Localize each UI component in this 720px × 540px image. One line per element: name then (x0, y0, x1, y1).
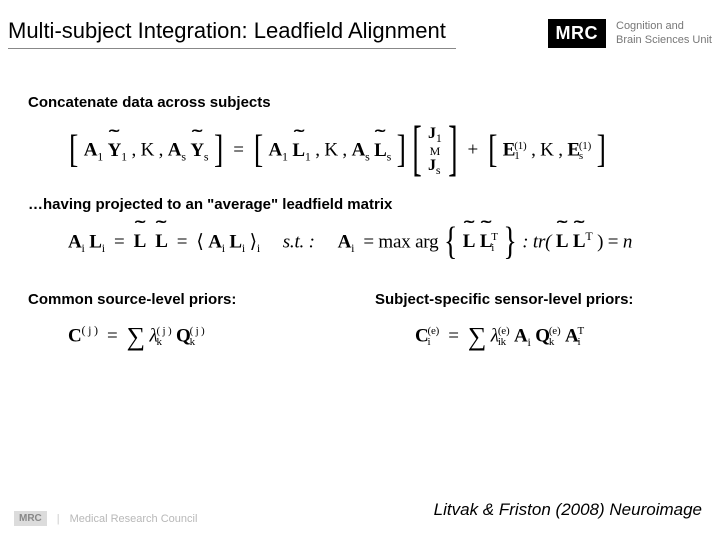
section-common-priors: Common source-level priors: (28, 291, 345, 308)
footer-council-text: Medical Research Council (70, 513, 198, 525)
logo-line1: Cognition and (616, 20, 712, 34)
logo-text: Cognition and Brain Sciences Unit (616, 20, 712, 48)
section-subject-priors: Subject-specific sensor-level priors: (375, 291, 692, 308)
citation: Litvak & Friston (2008) Neuroimage (434, 500, 702, 520)
logo-mark: MRC (548, 19, 607, 48)
footer-logo-icon: MRC (14, 511, 47, 526)
equation-common-priors: C( j ) = ∑ λ( j )k Q( j )k (68, 322, 345, 352)
footer-mrc: MRC | Medical Research Council (14, 511, 197, 526)
equation-concatenate: [ A1 Y1 , K , As Ys ] = [ A1 L1 , K , As… (68, 125, 692, 178)
logo-line2: Brain Sciences Unit (616, 34, 712, 48)
equation-subject-priors: C(e)i = ∑ λ(e)ik Ai Q(e)k ATi (415, 322, 692, 352)
mrc-logo: MRC Cognition and Brain Sciences Unit (548, 19, 713, 48)
equation-average-leadfield: Ai Li = L L = ⟨ Ai Li ⟩i s.t. : Ai = max… (68, 227, 692, 259)
section-concatenate: Concatenate data across subjects (28, 94, 692, 111)
section-projected: …having projected to an "average" leadfi… (28, 196, 692, 213)
slide-title: Multi-subject Integration: Leadfield Ali… (8, 18, 456, 49)
